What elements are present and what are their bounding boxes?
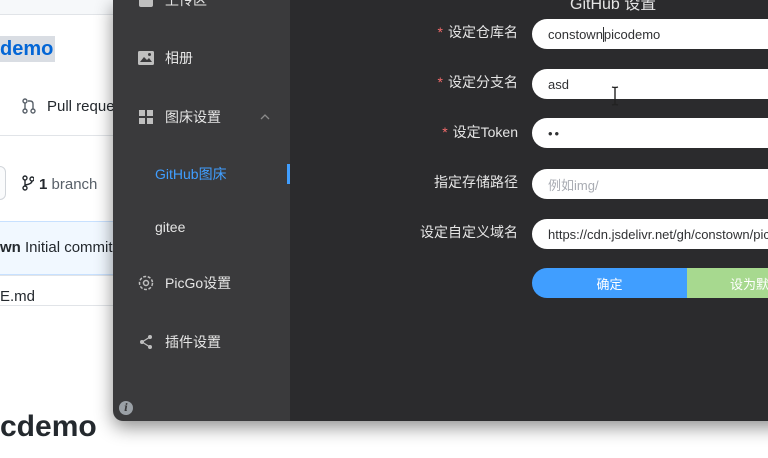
page-title: GitHub 设置 (570, 0, 657, 13)
chevron-up-icon (260, 114, 270, 120)
repo-name-input[interactable]: constown picodemo (532, 19, 768, 49)
readme-file-link[interactable]: E.md (0, 288, 35, 305)
gear-icon (137, 274, 155, 292)
sidebar-item-label: 上传区 (165, 0, 207, 8)
grid-icon (137, 108, 155, 126)
branch-label: branch (51, 176, 98, 193)
token-label: * 设定Token (318, 122, 518, 142)
repo-value-end: picodemo (603, 26, 661, 42)
domain-label-text: 设定自定义域名 (420, 224, 518, 240)
sidebar-item-label: PicGo设置 (165, 275, 232, 291)
picture-icon (137, 49, 155, 67)
required-marker: * (437, 24, 443, 40)
token-label-text: 设定Token (452, 124, 518, 140)
sidebar-item-gitee[interactable]: gitee (113, 209, 290, 245)
sidebar-item-label: 图床设置 (165, 109, 221, 125)
sidebar-item-picbed-settings[interactable]: 图床设置 (113, 99, 290, 135)
confirm-button[interactable]: 确定 (532, 268, 687, 298)
repo-label-text: 设定仓库名 (448, 24, 518, 40)
token-input[interactable]: •• (532, 118, 768, 148)
path-label: 指定存储路径 (318, 172, 518, 192)
sidebar-item-upload[interactable]: 上传区 (113, 0, 290, 18)
sidebar-item-label: GitHub图床 (155, 166, 227, 182)
branch-label: * 设定分支名 (318, 72, 518, 92)
branch-icon (22, 175, 34, 191)
pull-requests-tab[interactable]: Pull reque (47, 98, 115, 115)
domain-label: 设定自定义域名 (318, 222, 518, 242)
set-default-button[interactable]: 设为默认 (687, 268, 768, 298)
pull-request-icon (22, 98, 36, 114)
storage-path-input[interactable]: 例如img/ (532, 169, 768, 199)
path-label-text: 指定存储路径 (434, 174, 518, 190)
sidebar-item-label: 相册 (165, 50, 193, 66)
repo-label: * 设定仓库名 (318, 22, 518, 42)
sidebar-item-picgo-settings[interactable]: PicGo设置 (113, 265, 290, 301)
info-icon[interactable]: i (119, 401, 133, 415)
upload-icon (137, 0, 155, 9)
branch-name-input[interactable]: asd (532, 69, 768, 99)
sidebar-item-github[interactable]: GitHub图床 (113, 156, 290, 192)
share-icon (137, 333, 155, 351)
picgo-window: 上传区 相册 图床设置 GitHub图床 gitee PicGo设置 插件设置 … (113, 0, 768, 421)
branch-select-button[interactable] (0, 166, 6, 200)
text-cursor-icon (611, 86, 619, 106)
commit-author[interactable]: wn (0, 239, 21, 256)
sidebar-item-label: gitee (155, 219, 186, 235)
sidebar: 上传区 相册 图床设置 GitHub图床 gitee PicGo设置 插件设置 … (113, 0, 290, 421)
required-marker: * (437, 74, 443, 90)
commit-message[interactable]: Initial commit (25, 239, 113, 256)
branch-count: 1 (39, 176, 48, 193)
commit-info: wn Initial commit (0, 239, 113, 256)
sidebar-item-album[interactable]: 相册 (113, 40, 290, 76)
readme-heading: cdemo (0, 410, 97, 443)
repo-name-link[interactable]: demo (0, 36, 56, 62)
required-marker: * (442, 124, 448, 140)
custom-domain-input[interactable]: https://cdn.jsdelivr.net/gh/constown/pic… (532, 219, 768, 249)
github-settings-panel: GitHub 设置 * 设定仓库名 constown picodemo * 设定分支名… (290, 0, 768, 421)
branch-label-text: 设定分支名 (448, 74, 518, 90)
sidebar-item-plugin-settings[interactable]: 插件设置 (113, 324, 290, 360)
repo-value-start: constown (548, 26, 603, 42)
branches-link[interactable]: 1 branch (39, 176, 97, 193)
sidebar-item-label: 插件设置 (165, 334, 221, 350)
